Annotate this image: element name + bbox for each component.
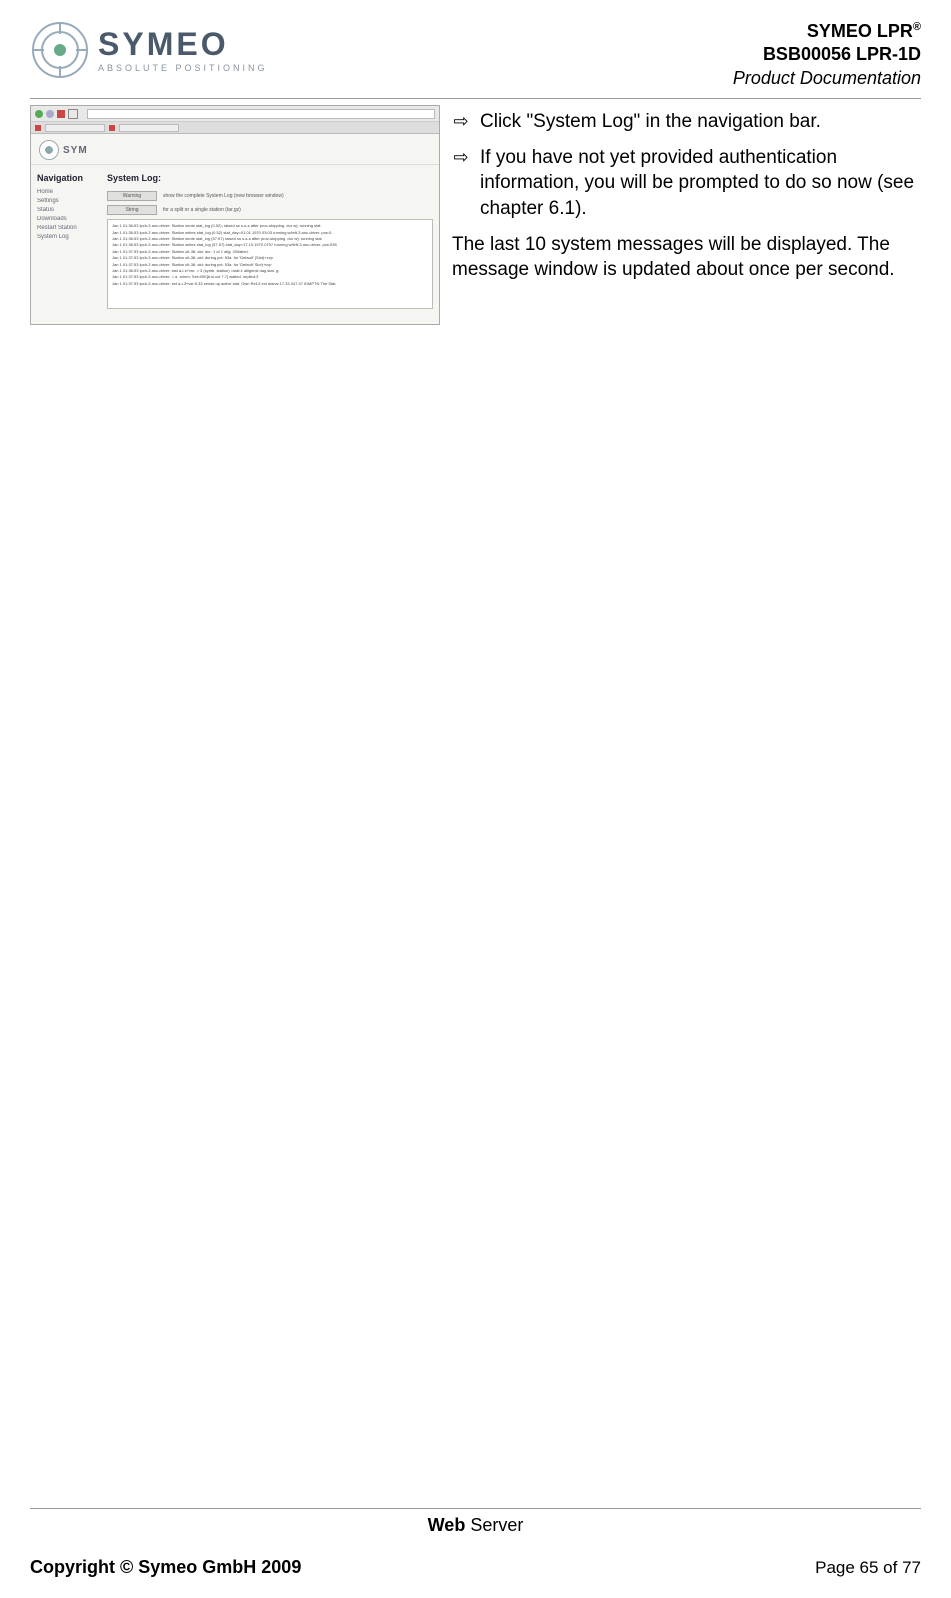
brand-logo: SYMEO ABSOLUTE POSITIONING (30, 20, 268, 80)
arrow-icon: ⇨ (452, 145, 470, 170)
tab-icon (109, 125, 115, 131)
main-heading: System Log: (107, 173, 433, 183)
page-header: SYMEO ABSOLUTE POSITIONING SYMEO LPR® BS… (30, 20, 921, 99)
thumb-main: System Log: Warning show the complete Sy… (101, 165, 439, 317)
log-box: Jan 1 01:36:53 lpch-3 anc-driver: Statio… (107, 219, 433, 309)
instruction-text: If you have not yet provided authenticat… (480, 145, 921, 222)
page-number: Page 65 of 77 (815, 1540, 921, 1578)
instruction-text: Click "System Log" in the navigation bar… (480, 109, 821, 135)
browser-tool-icon (68, 109, 78, 119)
thumb-button: String (107, 205, 157, 215)
header-line1: SYMEO LPR (807, 21, 913, 41)
nav-heading: Navigation (37, 173, 95, 183)
nav-item: Settings (37, 198, 95, 204)
mini-logo: SYM (39, 140, 431, 160)
browser-dot-icon (35, 110, 43, 118)
header-line3: Product Documentation (733, 67, 921, 90)
nav-item: System Log (37, 234, 95, 240)
footer-section: Web Server (30, 1508, 921, 1538)
address-bar (87, 109, 435, 119)
tab-icon (35, 125, 41, 131)
tab (119, 124, 179, 132)
instruction-paragraph: The last 10 system messages will be disp… (452, 232, 921, 283)
thumb-text: for a split or a single station (tar.gz) (163, 207, 241, 213)
logo-tagline: ABSOLUTE POSITIONING (98, 64, 268, 73)
tab (45, 124, 105, 132)
nav-item: Restart Station (37, 225, 95, 231)
registered-mark: ® (913, 21, 921, 33)
instructions: ⇨ Click "System Log" in the navigation b… (452, 105, 921, 283)
logo-name: SYMEO (98, 28, 268, 60)
screenshot-thumbnail: SYM Navigation Home Settings Status Down… (30, 105, 440, 325)
footer-section-bold: Web (428, 1515, 466, 1535)
mini-logo-icon (39, 140, 59, 160)
page-footer: Web Server Copyright © Symeo GmbH 2009 P… (30, 1508, 921, 1578)
thumb-nav: Navigation Home Settings Status Download… (31, 165, 101, 317)
header-meta: SYMEO LPR® BSB00056 LPR-1D Product Docum… (733, 20, 921, 90)
header-line2: BSB00056 LPR-1D (733, 43, 921, 66)
footer-section-rest: Server (465, 1515, 523, 1535)
arrow-icon: ⇨ (452, 109, 470, 134)
browser-dot-icon (46, 110, 54, 118)
thumb-text: show the complete System Log (new browse… (163, 193, 284, 199)
nav-item: Status (37, 207, 95, 213)
copyright: Copyright © Symeo GmbH 2009 (30, 1557, 301, 1578)
log-line: Jan 1 01:37:53 lpch-3 anc-driver: set a-… (112, 281, 428, 287)
browser-close-icon (57, 110, 65, 118)
nav-item: Downloads (37, 216, 95, 222)
thumb-button: Warning (107, 191, 157, 201)
logo-icon (30, 20, 90, 80)
nav-item: Home (37, 189, 95, 195)
